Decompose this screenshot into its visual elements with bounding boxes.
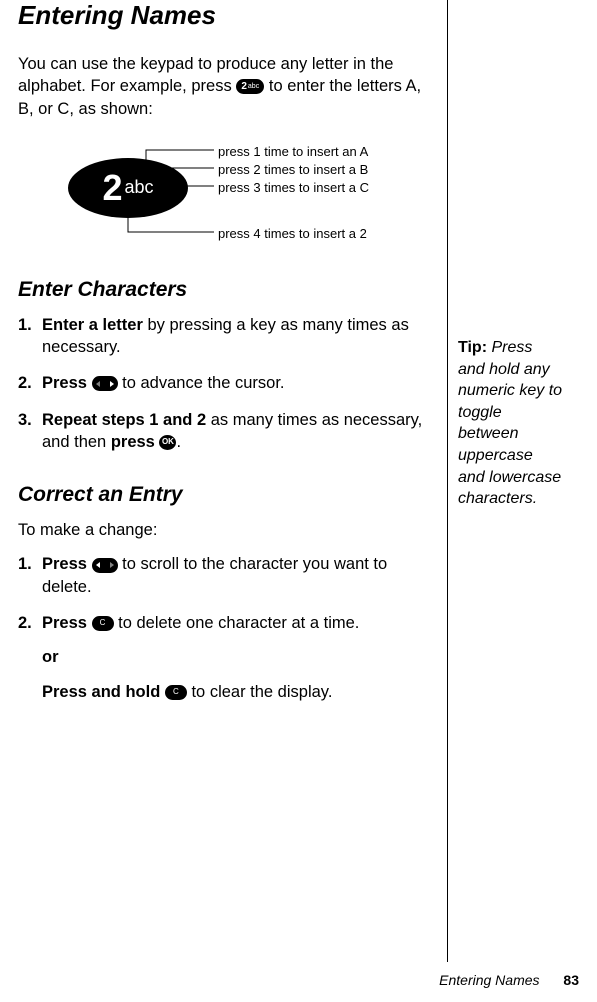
list-item: 3. Repeat steps 1 and 2 as many times as…	[42, 409, 433, 454]
list-item: 1. Enter a letter by pressing a key as m…	[42, 314, 433, 359]
c-key-icon: C	[92, 616, 114, 631]
step-bold: Press	[42, 374, 92, 392]
callout-4: press 4 times to insert a 2	[218, 226, 367, 241]
correct-entry-list: 1. Press to scroll to the character you …	[18, 553, 433, 634]
list-item: 2. Press C to delete one character at a …	[42, 612, 433, 634]
heading-enter-characters: Enter Characters	[18, 278, 433, 302]
step-bold: Press	[42, 555, 92, 573]
step-bold: Repeat steps 1 and 2	[42, 411, 206, 429]
step-number: 2.	[18, 372, 32, 394]
tip-label: Tip:	[458, 339, 487, 356]
side-column: Tip: Press and hold any numeric key to t…	[448, 0, 563, 962]
big-key-2abc-icon: 2 abc	[68, 158, 188, 218]
list-item: 1. Press to scroll to the character you …	[42, 553, 433, 598]
step-number: 3.	[18, 409, 32, 431]
footer-page-number: 83	[563, 972, 579, 988]
step-bold: press	[111, 433, 160, 451]
intro-paragraph: You can use the keypad to produce any le…	[18, 53, 433, 120]
key-2abc-icon: 2abc	[236, 79, 264, 94]
tip-paragraph: Tip: Press and hold any numeric key to t…	[458, 337, 563, 510]
left-right-key-icon	[92, 558, 118, 573]
step-bold: Enter a letter	[42, 316, 143, 334]
callout-3: press 3 times to insert a C	[218, 180, 369, 195]
callout-1: press 1 time to insert an A	[218, 144, 368, 159]
step-text: to delete one character at a time.	[118, 614, 359, 632]
enter-characters-list: 1. Enter a letter by pressing a key as m…	[18, 314, 433, 453]
main-column: Entering Names You can use the keypad to…	[18, 0, 448, 962]
or-text: or	[42, 648, 433, 667]
step-number: 1.	[18, 314, 32, 336]
correct-entry-intro: To make a change:	[18, 519, 433, 541]
hold-bold: Press and hold	[42, 683, 165, 701]
key-diagram: 2 abc press 1 time to insert an A press …	[18, 138, 433, 248]
heading-correct-entry: Correct an Entry	[18, 483, 433, 507]
tip-text: Press and hold any numeric key to toggle…	[458, 339, 562, 507]
step-number: 1.	[18, 553, 32, 575]
big-key-letters: abc	[125, 177, 154, 198]
step-number: 2.	[18, 612, 32, 634]
page-footer: Entering Names 83	[439, 972, 579, 988]
callout-2: press 2 times to insert a B	[218, 162, 368, 177]
c-key-icon: C	[165, 685, 187, 700]
footer-section: Entering Names	[439, 972, 539, 988]
key-2-letters: abc	[248, 82, 259, 91]
ok-key-icon: OK	[159, 435, 176, 450]
right-arrow-key-icon	[92, 376, 118, 391]
page-title: Entering Names	[18, 0, 433, 31]
press-hold-line: Press and hold C to clear the display.	[42, 681, 433, 703]
step-bold: Press	[42, 614, 92, 632]
big-key-number: 2	[102, 167, 122, 209]
step-tail: .	[176, 433, 181, 451]
hold-text: to clear the display.	[191, 683, 332, 701]
key-2-number: 2	[241, 80, 247, 94]
list-item: 2. Press to advance the cursor.	[42, 372, 433, 394]
step-text: to advance the cursor.	[122, 374, 284, 392]
